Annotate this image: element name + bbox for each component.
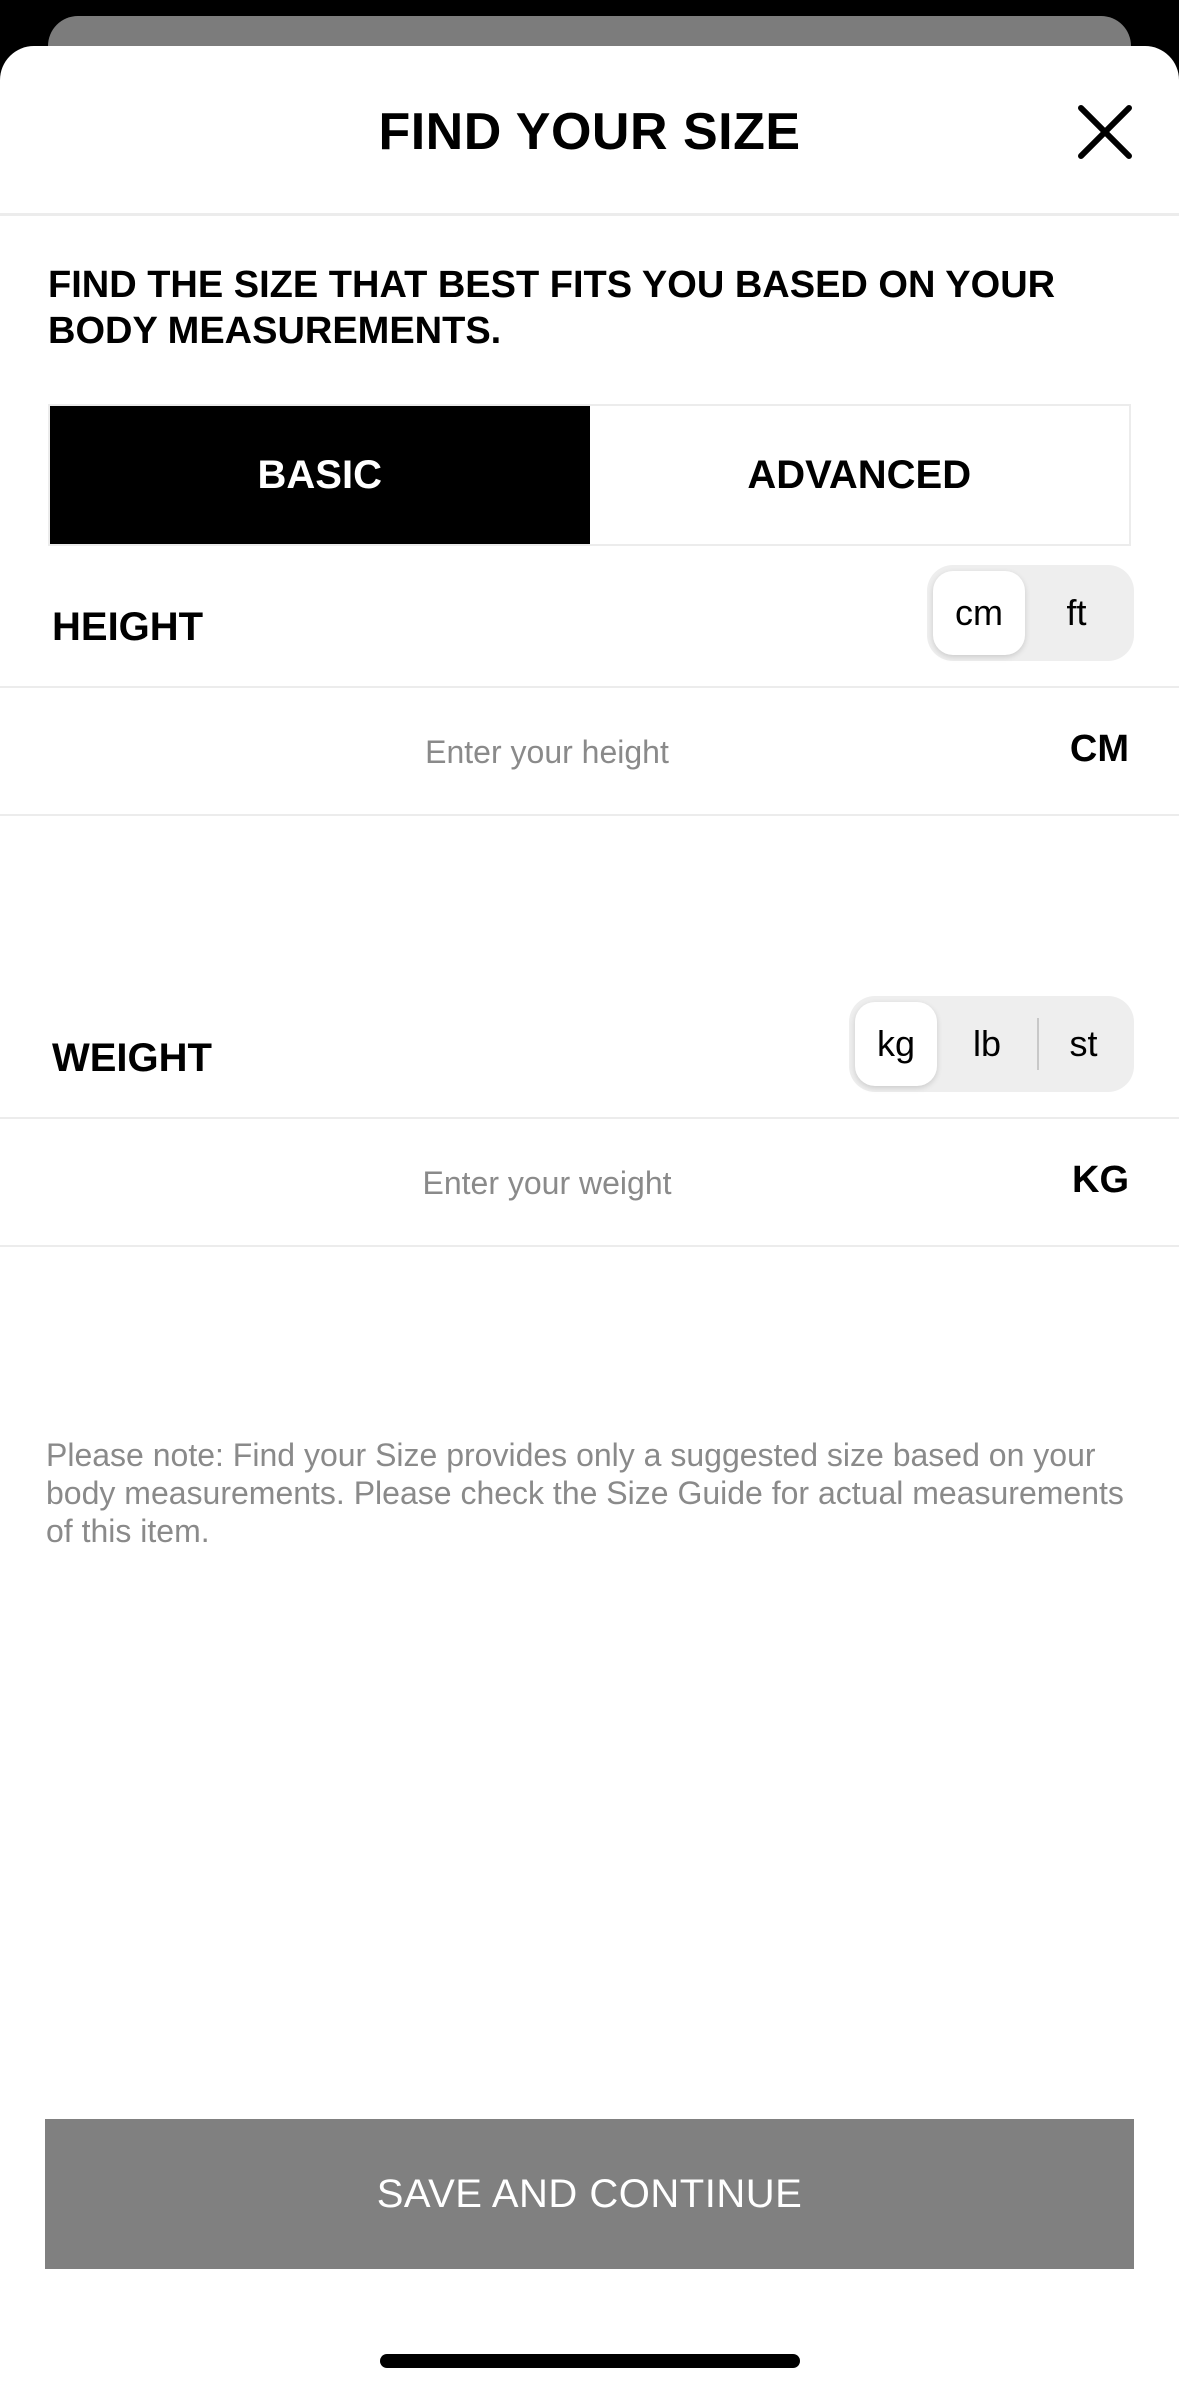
height-unit-suffix: CM	[1069, 728, 1129, 770]
close-icon	[1078, 105, 1132, 159]
sheet-header: FIND YOUR SIZE	[0, 46, 1179, 216]
height-unit-ft[interactable]: ft	[1025, 571, 1128, 655]
height-unit-toggle: cm ft	[927, 565, 1134, 661]
weight-unit-toggle: kg lb st	[849, 996, 1134, 1092]
intro-text: FIND THE SIZE THAT BEST FITS YOU BASED O…	[48, 264, 1056, 352]
height-unit-cm[interactable]: cm	[933, 571, 1025, 655]
home-indicator	[380, 2354, 800, 2368]
height-label: HEIGHT	[52, 605, 204, 649]
save-and-continue-button[interactable]: SAVE AND CONTINUE	[45, 2119, 1134, 2269]
weight-input[interactable]	[0, 1119, 1094, 1247]
weight-unit-kg[interactable]: kg	[855, 1002, 937, 1086]
weight-label: WEIGHT	[52, 1036, 212, 1080]
weight-unit-st[interactable]: st	[1039, 1002, 1128, 1086]
weight-unit-suffix: KG	[1072, 1159, 1129, 1201]
height-input[interactable]	[0, 688, 1094, 816]
height-input-row: CM	[0, 686, 1179, 816]
tab-basic[interactable]: BASIC	[50, 406, 590, 544]
mode-tabs: BASIC ADVANCED	[48, 404, 1131, 546]
weight-unit-lb[interactable]: lb	[937, 1002, 1037, 1086]
tab-advanced[interactable]: ADVANCED	[589, 406, 1129, 544]
disclaimer-note: Please note: Find your Size provides onl…	[46, 1437, 1124, 1549]
page-title: FIND YOUR SIZE	[378, 103, 801, 161]
close-button[interactable]	[1075, 102, 1135, 162]
find-your-size-sheet: FIND YOUR SIZE FIND THE SIZE THAT BEST F…	[0, 46, 1179, 2396]
weight-input-row: KG	[0, 1117, 1179, 1247]
